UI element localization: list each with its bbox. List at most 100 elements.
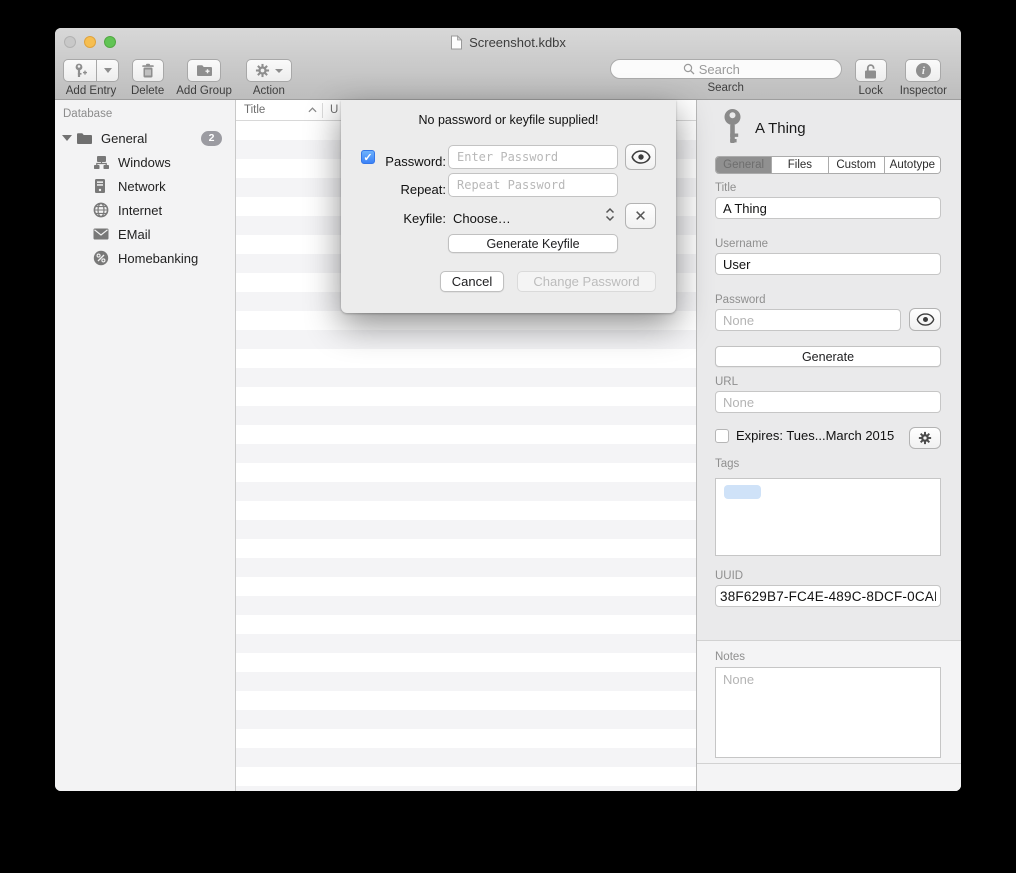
add-entry-label: Add Entry [66,85,117,97]
sidebar-item-email[interactable]: EMail [55,222,235,246]
lock-label: Lock [859,85,883,97]
action-label: Action [253,85,285,97]
password-label: Password: [361,154,446,169]
password-field-label: Password [715,294,766,306]
tags-field[interactable] [715,478,941,556]
tags-field-label: Tags [715,458,739,470]
keyfile-label: Keyfile: [361,211,446,226]
password-field[interactable] [715,309,901,331]
tab-custom[interactable]: Custom [829,157,885,173]
info-icon: i [916,63,931,78]
cancel-button[interactable]: Cancel [440,271,504,292]
inspector-tabs: General Files Custom Autotype [715,156,941,174]
change-password-sheet: No password or keyfile supplied! ✓ Passw… [341,100,676,313]
add-entry-dropdown[interactable] [97,59,119,82]
window-title-group: Screenshot.kdbx [55,28,961,56]
expires-label: Expires: Tues...March 2015 [736,428,894,443]
close-icon: ✕ [634,209,647,224]
url-field[interactable] [715,391,941,413]
entry-count-badge: 2 [201,131,222,146]
gear-icon [255,63,270,78]
expires-row: Expires: Tues...March 2015 [715,428,894,443]
title-field-label: Title [715,182,736,194]
sidebar-item-network[interactable]: Network [55,174,235,198]
tab-files[interactable]: Files [772,157,828,173]
gear-icon [918,431,932,445]
generate-keyfile-button[interactable]: Generate Keyfile [448,234,618,253]
divider [697,763,961,764]
chevron-down-icon [275,69,283,73]
server-icon [94,178,106,194]
globe-icon [93,202,109,218]
tab-autotype[interactable]: Autotype [885,157,940,173]
column-header-title[interactable]: Title [236,104,322,116]
document-proxy-icon[interactable] [450,35,463,50]
username-field[interactable] [715,253,941,275]
notes-field[interactable] [715,667,941,758]
sidebar: Database General 2 Windows Network Inter… [55,100,236,791]
title-field[interactable] [715,197,941,219]
folder-plus-icon [196,64,213,77]
sidebar-item-homebanking[interactable]: Homebanking [55,246,235,270]
repeat-input[interactable] [448,173,618,197]
add-group-label: Add Group [176,85,232,97]
expires-checkbox[interactable] [715,429,729,443]
expires-settings-button[interactable] [909,427,941,449]
sidebar-item-label: EMail [118,227,151,242]
reveal-password-button[interactable] [625,144,656,170]
search-icon [683,63,695,75]
add-group-button[interactable] [187,59,221,82]
eye-icon [916,313,935,326]
action-group: Action [246,59,292,97]
unlock-icon [863,63,878,79]
chevron-down-icon [104,68,112,73]
titlebar[interactable]: Screenshot.kdbx [55,28,961,56]
add-entry-button[interactable] [63,59,119,82]
lock-button[interactable] [855,59,887,82]
action-button[interactable] [246,59,292,82]
search-field[interactable] [610,59,842,79]
toolbar: Add Entry Delete Add Group Action [55,56,961,100]
tab-general[interactable]: General [716,157,772,173]
search-group: Search [610,59,842,94]
notes-field-label: Notes [715,651,745,663]
window-title: Screenshot.kdbx [469,35,566,50]
entry-title: A Thing [755,120,806,137]
clear-keyfile-button[interactable]: ✕ [625,203,656,229]
key-plus-icon[interactable] [63,59,97,82]
delete-group: Delete [131,59,164,97]
add-group-group: Add Group [176,59,232,97]
uuid-field[interactable] [715,585,941,607]
add-entry-group: Add Entry [63,59,119,97]
sidebar-item-internet[interactable]: Internet [55,198,235,222]
tag-token[interactable] [724,485,761,499]
eye-icon [631,150,651,164]
url-field-label: URL [715,376,738,388]
keyfile-popup[interactable]: Choose… [453,211,511,226]
search-input[interactable] [699,62,769,77]
disclosure-triangle-icon[interactable] [62,135,72,141]
username-field-label: Username [715,238,768,250]
password-input[interactable] [448,145,618,169]
reveal-password-button[interactable] [909,308,941,331]
sidebar-item-label: Internet [118,203,162,218]
sort-ascending-icon [308,107,317,113]
sidebar-item-general[interactable]: General 2 [55,126,235,150]
sidebar-item-windows[interactable]: Windows [55,150,235,174]
stepper-icon[interactable] [605,207,615,225]
inspector-button[interactable]: i [905,59,941,82]
delete-label: Delete [131,85,164,97]
sidebar-item-label: Windows [118,155,171,170]
sheet-message: No password or keyfile supplied! [341,113,676,127]
change-password-button[interactable]: Change Password [517,271,656,292]
repeat-label: Repeat: [361,182,446,197]
app-window: Screenshot.kdbx Add Entry Delete [55,28,961,791]
column-header-username[interactable]: U [323,104,338,116]
uuid-field-label: UUID [715,570,743,582]
delete-button[interactable] [132,59,164,82]
sidebar-item-label: Homebanking [118,251,198,266]
lock-group: Lock [855,59,887,97]
folder-icon [76,132,93,145]
search-label: Search [707,82,743,94]
generate-password-button[interactable]: Generate [715,346,941,367]
